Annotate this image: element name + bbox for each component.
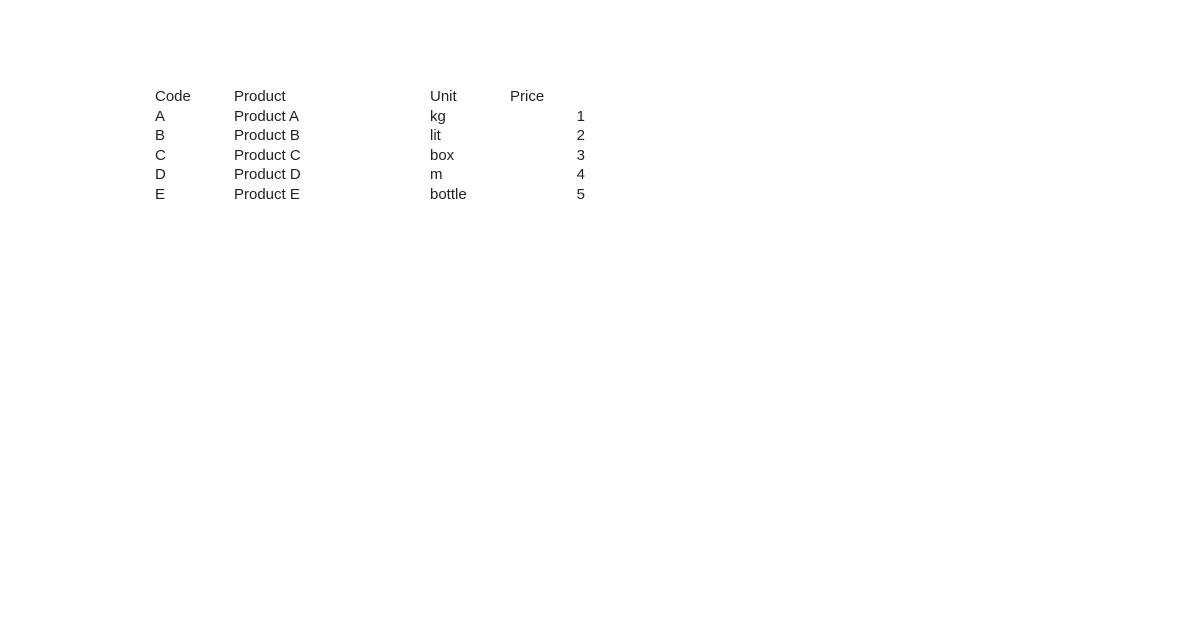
column-header-unit: Unit <box>430 88 457 105</box>
table-header-row: Code Product Unit Price <box>155 87 585 107</box>
table-row: E Product E bottle 5 <box>155 185 585 205</box>
cell-price: 3 <box>576 146 585 164</box>
page-canvas: Code Product Unit Price A Product A kg 1… <box>0 0 1200 630</box>
table-row: B Product B lit 2 <box>155 126 585 146</box>
table-body: A Product A kg 1 B Product B lit 2 C Pro… <box>155 107 585 205</box>
cell-unit: kg <box>430 107 446 125</box>
product-table: Code Product Unit Price A Product A kg 1… <box>155 87 585 204</box>
table-row: D Product D m 4 <box>155 165 585 185</box>
cell-product: Product E <box>234 185 300 203</box>
column-header-product: Product <box>234 88 286 105</box>
cell-code: D <box>155 166 166 183</box>
cell-code: A <box>155 107 166 125</box>
table-row: A Product A kg 1 <box>155 107 585 127</box>
cell-price: 2 <box>576 127 585 144</box>
cell-unit: bottle <box>430 185 467 203</box>
table-header: Code Product Unit Price <box>155 87 585 107</box>
cell-product: Product A <box>234 107 300 125</box>
cell-unit: lit <box>430 127 441 144</box>
cell-product: Product C <box>234 146 301 164</box>
table-row: C Product C box 3 <box>155 146 585 166</box>
cell-unit: box <box>430 146 455 164</box>
cell-price: 5 <box>576 185 585 203</box>
cell-code: E <box>155 185 166 203</box>
column-header-code: Code <box>155 88 191 105</box>
cell-product: Product B <box>234 127 300 144</box>
cell-price: 4 <box>576 166 585 183</box>
cell-product: Product D <box>234 166 301 183</box>
cell-price: 1 <box>576 107 585 125</box>
cell-unit: m <box>430 166 443 183</box>
cell-code: C <box>155 146 166 164</box>
column-header-price: Price <box>510 88 545 105</box>
cell-code: B <box>155 127 166 144</box>
